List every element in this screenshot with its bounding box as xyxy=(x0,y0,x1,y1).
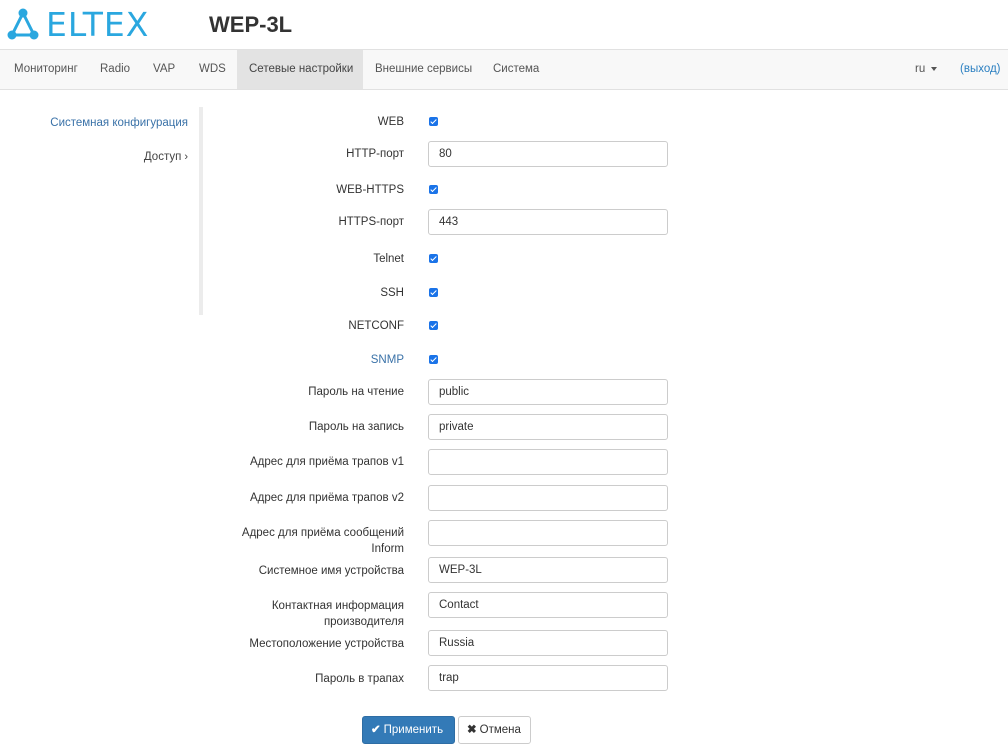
read-password-input[interactable] xyxy=(428,379,668,405)
contact-input[interactable] xyxy=(428,592,668,618)
nav-item-wds[interactable]: WDS xyxy=(187,50,238,89)
nav-item-external-services[interactable]: Внешние сервисы xyxy=(363,50,484,89)
trap-password-input[interactable] xyxy=(428,665,668,691)
web-label: WEB xyxy=(377,116,404,128)
http-port-input[interactable] xyxy=(428,141,668,167)
times-icon: ✖ xyxy=(467,724,477,736)
snmp-checkbox[interactable] xyxy=(429,355,438,364)
read-password-label: Пароль на чтение xyxy=(308,386,404,398)
nav-item-monitoring[interactable]: Мониторинг xyxy=(2,50,90,89)
nav-item-vap[interactable]: VAP xyxy=(141,50,187,89)
ssh-label: SSH xyxy=(380,287,404,299)
inform-input[interactable] xyxy=(428,520,668,546)
sidebar-divider xyxy=(199,107,203,315)
inform-label: Адрес для приёма сообщений Inform xyxy=(204,525,404,557)
language-label: ru xyxy=(915,63,926,75)
chevron-right-icon: › xyxy=(184,151,188,163)
https-port-input[interactable] xyxy=(428,209,668,235)
nav-item-system[interactable]: Система xyxy=(481,50,551,89)
check-icon: ✔ xyxy=(371,724,381,736)
device-title: WEP-3L xyxy=(209,12,293,37)
trap-v1-label: Адрес для приёма трапов v1 xyxy=(249,456,404,468)
trap-v1-input[interactable] xyxy=(428,449,668,475)
nav-item-network-settings[interactable]: Сетевые настройки xyxy=(237,50,363,89)
cancel-button-label: Отмена xyxy=(479,724,521,736)
navbar: Мониторинг Radio VAP WDS Сетевые настрой… xyxy=(0,49,1008,90)
sidebar-item-access-label: Доступ xyxy=(143,151,182,163)
nav-item-radio[interactable]: Radio xyxy=(88,50,142,89)
location-input[interactable] xyxy=(428,630,668,656)
apply-button[interactable]: ✔ Применить xyxy=(362,716,455,744)
eltex-logo-icon xyxy=(7,8,39,40)
inform-label-line2: Inform xyxy=(371,543,404,555)
header: ELTEX WEP-3L xyxy=(0,0,1008,49)
apply-button-label: Применить xyxy=(383,724,444,736)
cancel-button[interactable]: ✖ Отмена xyxy=(458,716,531,744)
sidebar-item-access[interactable]: Доступ › xyxy=(144,151,188,163)
page: ELTEX WEP-3L Мониторинг Radio VAP WDS Се… xyxy=(0,0,1008,753)
trap-v2-label: Адрес для приёма трапов v2 xyxy=(249,492,404,504)
sys-name-label: Системное имя устройства xyxy=(258,565,404,577)
netconf-checkbox[interactable] xyxy=(429,321,438,330)
snmp-label: SNMP xyxy=(370,354,404,366)
web-https-checkbox[interactable] xyxy=(429,185,438,194)
web-checkbox[interactable] xyxy=(429,117,438,126)
netconf-label: NETCONF xyxy=(348,320,404,332)
contact-label-line2: производителя xyxy=(323,616,404,628)
contact-label: Контактная информация производителя xyxy=(204,598,404,630)
location-label: Местоположение устройства xyxy=(249,638,404,650)
logout-link[interactable]: (выход) xyxy=(960,50,1001,89)
eltex-logo: ELTEX xyxy=(6,4,150,44)
write-password-input[interactable] xyxy=(428,414,668,440)
sidebar: Системная конфигурация Доступ › xyxy=(0,107,200,315)
trap-v2-input[interactable] xyxy=(428,485,668,511)
trap-password-label: Пароль в трапах xyxy=(315,673,404,685)
ssh-checkbox[interactable] xyxy=(429,288,438,297)
write-password-label: Пароль на запись xyxy=(308,421,404,433)
inform-label-line1: Адрес для приёма сообщений xyxy=(241,527,404,539)
sidebar-item-system-config[interactable]: Системная конфигурация xyxy=(50,117,188,129)
sys-name-input[interactable] xyxy=(428,557,668,583)
caret-down-icon xyxy=(931,66,938,71)
telnet-checkbox[interactable] xyxy=(429,254,438,263)
contact-label-line1: Контактная информация xyxy=(271,600,404,612)
http-port-label: HTTP-порт xyxy=(346,148,404,160)
telnet-label: Telnet xyxy=(373,253,404,265)
web-https-label: WEB-HTTPS xyxy=(336,184,404,196)
logo-text: ELTEX xyxy=(46,4,150,44)
https-port-label: HTTPS-порт xyxy=(338,216,404,228)
language-dropdown[interactable]: ru xyxy=(915,50,938,89)
